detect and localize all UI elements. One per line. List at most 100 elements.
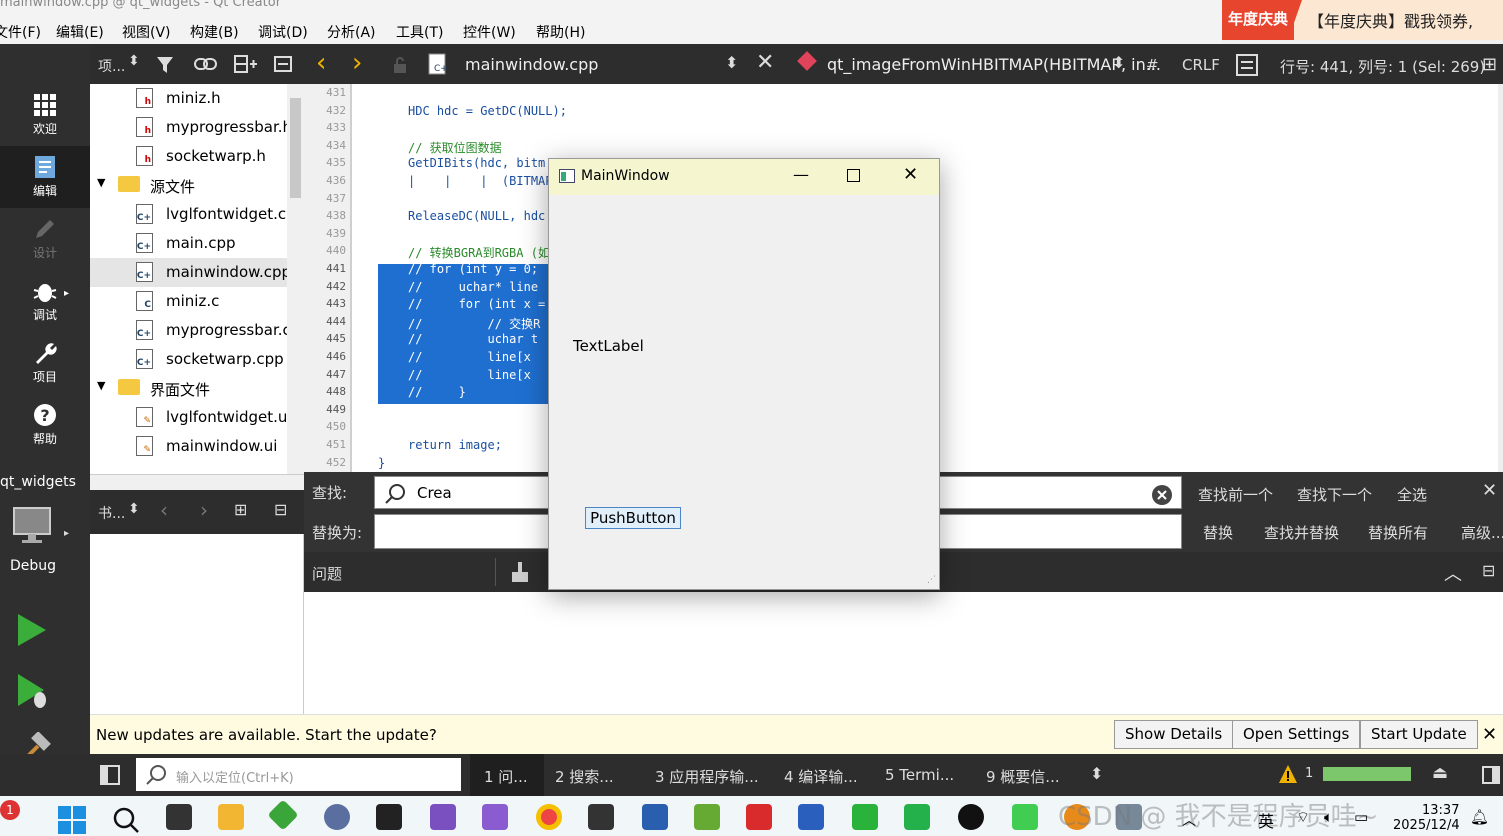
mode-help[interactable]: ? 帮助 bbox=[0, 394, 90, 456]
mainwindow-preview[interactable]: MainWindow — ✕ TextLabel PushButton ⋰ bbox=[548, 158, 940, 590]
advanced-button[interactable]: 高级... bbox=[1461, 522, 1503, 543]
app-network-icon[interactable] bbox=[642, 804, 668, 830]
updown-icon[interactable]: ⬍ bbox=[128, 501, 140, 517]
right-sidebar-toggle-icon[interactable] bbox=[1482, 766, 1500, 784]
output-tab-summary[interactable]: 9 概要信... bbox=[986, 766, 1060, 787]
volume-icon[interactable]: 🔈︎ bbox=[1324, 808, 1333, 826]
split-icon[interactable]: ⊞ bbox=[1482, 54, 1497, 75]
link-icon[interactable] bbox=[194, 56, 218, 72]
tree-item[interactable]: h myprogressbar.h bbox=[90, 113, 287, 142]
tree-item[interactable]: C+ main.cpp bbox=[90, 229, 287, 258]
close-panel-icon[interactable] bbox=[274, 56, 292, 72]
find-replace-button[interactable]: 查找并替换 bbox=[1264, 522, 1339, 543]
app-books-icon[interactable] bbox=[376, 804, 402, 830]
app-tools-icon[interactable] bbox=[430, 804, 456, 830]
split-add-icon[interactable]: ⊞ bbox=[234, 500, 247, 519]
warning-icon[interactable] bbox=[1278, 764, 1298, 784]
terminal-icon[interactable] bbox=[588, 804, 614, 830]
maximize-icon[interactable] bbox=[847, 169, 860, 182]
line-ending-selector[interactable]: CRLF bbox=[1182, 56, 1220, 74]
collapse-arrow-icon[interactable]: ▼ bbox=[97, 379, 105, 392]
outline-icon[interactable] bbox=[1236, 54, 1258, 76]
close-panel-icon[interactable]: ⊟ bbox=[1482, 561, 1495, 580]
tree-item[interactable]: C+ myprogressbar.cp bbox=[90, 316, 287, 345]
menu-file[interactable]: 文件(F) bbox=[0, 22, 41, 42]
debug-run-icon[interactable] bbox=[16, 672, 50, 710]
output-tab-app-output[interactable]: 3 应用程序输... bbox=[655, 766, 759, 787]
qt-creator-icon[interactable] bbox=[1012, 804, 1038, 830]
menu-tools[interactable]: 工具(T) bbox=[396, 22, 443, 42]
mode-projects[interactable]: 项目 bbox=[0, 332, 90, 394]
nav-forward-icon[interactable]: › bbox=[352, 48, 362, 78]
tray-expand-icon[interactable]: ︿ bbox=[1182, 810, 1196, 830]
visual-studio-icon[interactable] bbox=[482, 804, 508, 830]
lock-icon[interactable] bbox=[392, 56, 408, 74]
app-green-icon[interactable] bbox=[267, 799, 299, 831]
wps-pdf-icon[interactable] bbox=[746, 804, 772, 830]
project-view-selector[interactable]: 项... bbox=[98, 56, 125, 76]
replace-button[interactable]: 替换 bbox=[1203, 522, 1233, 543]
menu-analyze[interactable]: 分析(A) bbox=[327, 22, 376, 42]
select-all-button[interactable]: 全选 bbox=[1397, 484, 1427, 505]
sidebar-toggle-icon[interactable] bbox=[100, 765, 120, 785]
tree-scrollbar[interactable] bbox=[287, 84, 304, 474]
output-tab-compile[interactable]: 4 编译输... bbox=[784, 766, 858, 787]
resize-grip-icon[interactable]: ⋰ bbox=[927, 575, 936, 585]
collapse-arrow-icon[interactable]: ▼ bbox=[97, 176, 105, 189]
updown-icon[interactable]: ⬍ bbox=[1090, 764, 1103, 783]
search-icon[interactable] bbox=[146, 764, 168, 786]
push-button[interactable]: PushButton bbox=[585, 507, 681, 529]
open-file-selector[interactable]: mainwindow.cpp bbox=[465, 55, 598, 74]
notification-bell-icon[interactable]: 🔔︎ bbox=[1470, 808, 1489, 826]
close-icon[interactable]: ✕ bbox=[1482, 724, 1497, 745]
updown-icon[interactable]: ⬍ bbox=[128, 53, 140, 69]
promo-banner[interactable]: 年度庆典 【年度庆典】戳我领券, bbox=[1222, 0, 1503, 40]
search-icon[interactable] bbox=[385, 483, 407, 505]
mainwindow-titlebar[interactable]: MainWindow — ✕ bbox=[549, 159, 939, 195]
show-details-button[interactable]: Show Details bbox=[1114, 720, 1234, 749]
task-view-icon[interactable] bbox=[166, 804, 192, 830]
battery-icon[interactable]: ▭ bbox=[1354, 808, 1368, 826]
cursor-position[interactable]: 行号: 441, 列号: 1 (Sel: 269) bbox=[1280, 56, 1485, 77]
mode-welcome[interactable]: 欢迎 bbox=[0, 84, 90, 146]
tree-item[interactable]: C+ mainwindow.cpp bbox=[90, 258, 287, 287]
output-tab-issues[interactable]: 1 问... bbox=[484, 766, 528, 787]
clock-time[interactable]: 13:37 bbox=[1422, 803, 1459, 818]
maximize-panel-icon[interactable]: ︿ bbox=[1444, 560, 1462, 586]
hash-button[interactable]: # bbox=[1146, 56, 1159, 74]
updown-icon[interactable]: ⬍ bbox=[725, 53, 738, 72]
eject-icon[interactable]: ⏏ bbox=[1432, 763, 1448, 783]
clock-date[interactable]: 2025/12/4 bbox=[1393, 818, 1460, 833]
close-panel-icon[interactable]: ⊟ bbox=[274, 500, 287, 519]
symbol-selector[interactable]: qt_imageFromWinHBITMAP(HBITMAP, in... bbox=[827, 55, 1161, 74]
bookmarks-selector[interactable]: 书... bbox=[98, 503, 125, 523]
wechat-icon[interactable] bbox=[852, 804, 878, 830]
tree-item[interactable]: C+ lvglfontwidget.cp bbox=[90, 200, 287, 229]
scrollbar-thumb[interactable] bbox=[290, 98, 301, 198]
menu-help[interactable]: 帮助(H) bbox=[536, 22, 585, 42]
filter-icon[interactable] bbox=[156, 56, 178, 74]
qq-icon[interactable] bbox=[958, 804, 984, 830]
tree-folder[interactable]: ▼ 源文件 bbox=[90, 171, 287, 200]
monitor-icon[interactable] bbox=[12, 506, 52, 546]
editor-scrollbar[interactable] bbox=[1498, 84, 1503, 472]
mode-edit[interactable]: 编辑 bbox=[0, 146, 90, 208]
app-message-icon[interactable] bbox=[904, 804, 930, 830]
app-bird-icon[interactable] bbox=[324, 804, 350, 830]
app-editor-icon[interactable] bbox=[694, 804, 720, 830]
tree-item[interactable]: Cminiz.c bbox=[90, 287, 287, 316]
output-tab-search[interactable]: 2 搜索... bbox=[555, 766, 614, 787]
tree-item[interactable]: C+ socketwarp.cpp bbox=[90, 345, 287, 374]
updown-icon[interactable]: ⬍ bbox=[1112, 53, 1125, 72]
forward-icon[interactable]: › bbox=[200, 498, 208, 522]
tree-item[interactable]: h socketwarp.h bbox=[90, 142, 287, 171]
start-update-button[interactable]: Start Update bbox=[1360, 720, 1478, 749]
find-next-button[interactable]: 查找下一个 bbox=[1297, 484, 1372, 505]
windows-start-icon[interactable] bbox=[58, 806, 86, 834]
word-icon[interactable] bbox=[798, 804, 824, 830]
menu-build[interactable]: 构建(B) bbox=[190, 22, 239, 42]
file-explorer-icon[interactable] bbox=[218, 804, 244, 830]
menu-debug[interactable]: 调试(D) bbox=[258, 22, 308, 42]
input-language[interactable]: 英 bbox=[1258, 808, 1274, 832]
mode-design[interactable]: 设计 bbox=[0, 208, 90, 270]
